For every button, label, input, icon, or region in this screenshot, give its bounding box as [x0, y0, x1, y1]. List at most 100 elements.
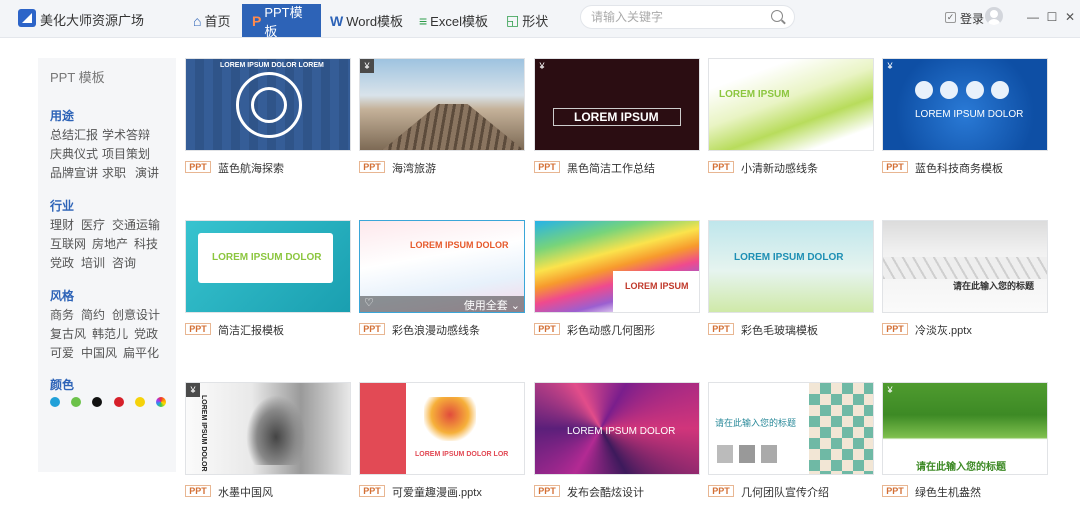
- template-title[interactable]: 海湾旅游: [392, 160, 436, 176]
- tab-home[interactable]: ⌂ 首页: [193, 4, 230, 37]
- template-card[interactable]: 请在此输入您的标题 PPT 几何团队宣传介绍: [708, 382, 874, 504]
- template-title[interactable]: 黑色简洁工作总结: [567, 160, 655, 176]
- template-title[interactable]: 简洁汇报模板: [218, 322, 284, 338]
- filter-link[interactable]: 商务: [50, 306, 74, 323]
- filter-link[interactable]: 庆典仪式: [50, 145, 98, 162]
- template-thumbnail[interactable]: LOREM IPSUM DOLOR ¥: [185, 382, 351, 475]
- filter-link[interactable]: 交通运输: [112, 216, 160, 233]
- checkbox-icon[interactable]: ✓: [945, 12, 956, 23]
- template-thumbnail[interactable]: LOREM IPSUM DOLOR LOREM: [185, 58, 351, 151]
- color-filter-green[interactable]: [71, 397, 81, 407]
- color-filter-red[interactable]: [114, 397, 124, 407]
- template-card[interactable]: LOREM IPSUM DOLOR ¥ PPT 水墨中国风: [185, 382, 351, 504]
- filter-link[interactable]: 科技: [134, 235, 158, 252]
- template-card[interactable]: ¥ PPT 海湾旅游: [359, 58, 525, 180]
- filter-link[interactable]: 党政: [134, 325, 158, 342]
- template-thumbnail[interactable]: LOREM IPSUM: [534, 220, 700, 313]
- filter-link[interactable]: 中国风: [81, 344, 117, 361]
- filter-link[interactable]: 学术答辩: [102, 126, 150, 143]
- template-card[interactable]: LOREM IPSUM DOLOR LOR PPT 可爱童趣漫画.pptx: [359, 382, 525, 504]
- format-badge: PPT: [534, 485, 560, 497]
- tab-word-label: Word模板: [346, 14, 404, 29]
- geometric-pattern: [809, 383, 873, 474]
- search-box: [580, 5, 795, 29]
- template-title[interactable]: 蓝色航海探索: [218, 160, 284, 176]
- template-card[interactable]: LOREM IPSUM DOLOR ¥ PPT 蓝色科技商务模板: [882, 58, 1048, 180]
- template-card[interactable]: 请在此输入您的标题 PPT 冷淡灰.pptx: [882, 220, 1048, 342]
- template-thumbnail[interactable]: LOREM IPSUM DOLOR: [708, 220, 874, 313]
- filter-link[interactable]: 医疗: [81, 216, 105, 233]
- template-title[interactable]: 几何团队宣传介绍: [741, 484, 829, 500]
- template-title[interactable]: 小清新动感线条: [741, 160, 818, 176]
- template-title[interactable]: 蓝色科技商务模板: [915, 160, 1003, 176]
- template-thumbnail[interactable]: LOREM IPSUM DOLOR: [185, 220, 351, 313]
- search-input[interactable]: [591, 9, 761, 25]
- template-card[interactable]: LOREM IPSUM DOLOR PPT 简洁汇报模板: [185, 220, 351, 342]
- filter-link[interactable]: 品牌宣讲: [50, 164, 98, 181]
- color-filter-rainbow[interactable]: [156, 397, 166, 407]
- tab-word-templates[interactable]: W Word模板: [330, 4, 403, 37]
- filter-link[interactable]: 培训: [81, 254, 105, 271]
- filter-link[interactable]: 互联网: [50, 235, 86, 252]
- template-thumbnail[interactable]: ¥: [359, 58, 525, 151]
- filter-link[interactable]: 可爱: [50, 344, 74, 361]
- template-thumbnail[interactable]: ¥ LOREM IPSUM: [534, 58, 700, 151]
- avatar[interactable]: [985, 7, 1003, 25]
- thumbnail-text: LOREM IPSUM DOLOR: [212, 252, 322, 263]
- heart-icon[interactable]: ♡: [364, 296, 374, 309]
- template-title[interactable]: 可爱童趣漫画.pptx: [392, 484, 482, 500]
- template-title[interactable]: 彩色动感几何图形: [567, 322, 655, 338]
- template-title[interactable]: 发布会酷炫设计: [567, 484, 644, 500]
- filter-link[interactable]: 项目策划: [102, 145, 150, 162]
- template-title[interactable]: 彩色毛玻璃模板: [741, 322, 818, 338]
- filter-link[interactable]: 总结汇报: [50, 126, 98, 143]
- template-thumbnail[interactable]: LOREM IPSUM: [708, 58, 874, 151]
- template-title[interactable]: 绿色生机盎然: [915, 484, 981, 500]
- filter-link[interactable]: 求职: [102, 164, 126, 181]
- template-thumbnail[interactable]: LOREM IPSUM DOLOR LOR: [359, 382, 525, 475]
- close-icon[interactable]: ✕: [1063, 10, 1077, 24]
- color-filter-black[interactable]: [92, 397, 102, 407]
- color-filter-yellow[interactable]: [135, 397, 145, 407]
- template-thumbnail[interactable]: LOREM IPSUM DOLOR: [534, 382, 700, 475]
- tab-excel-templates[interactable]: ≡ Excel模板: [419, 4, 488, 37]
- template-card[interactable]: ¥ LOREM IPSUM PPT 黑色简洁工作总结: [534, 58, 700, 180]
- minimize-icon[interactable]: —: [1026, 10, 1040, 24]
- color-filter-blue[interactable]: [50, 397, 60, 407]
- template-thumbnail[interactable]: LOREM IPSUM DOLOR ♡ 使用全套 ⌄: [359, 220, 525, 313]
- filter-link[interactable]: 房地产: [92, 235, 128, 252]
- filter-link[interactable]: 扁平化: [123, 344, 159, 361]
- template-card[interactable]: LOREM IPSUM DOLOR LOREM PPT 蓝色航海探索: [185, 58, 351, 180]
- filter-link[interactable]: 韩范儿: [92, 325, 128, 342]
- template-thumbnail[interactable]: 请在此输入您的标题: [708, 382, 874, 475]
- ship-wheel-hub-icon: [251, 87, 287, 123]
- tab-shapes[interactable]: ◱ 形状: [506, 4, 548, 37]
- template-card[interactable]: LOREM IPSUM PPT 小清新动感线条: [708, 58, 874, 180]
- thumbnail-text: 请在此输入您的标题: [715, 418, 797, 428]
- filter-link[interactable]: 创意设计: [112, 306, 160, 323]
- template-title[interactable]: 冷淡灰.pptx: [915, 322, 972, 338]
- maximize-icon[interactable]: ☐: [1045, 10, 1059, 24]
- tab-ppt-templates[interactable]: P PPT模板: [242, 4, 321, 39]
- template-thumbnail[interactable]: LOREM IPSUM DOLOR ¥: [882, 58, 1048, 151]
- template-card[interactable]: LOREM IPSUM DOLOR PPT 彩色毛玻璃模板: [708, 220, 874, 342]
- template-card[interactable]: LOREM IPSUM PPT 彩色动感几何图形: [534, 220, 700, 342]
- template-thumbnail[interactable]: 请在此输入您的标题: [882, 220, 1048, 313]
- filter-link[interactable]: 咨询: [112, 254, 136, 271]
- template-title[interactable]: 彩色浪漫动感线条: [392, 322, 480, 338]
- filter-link[interactable]: 复古风: [50, 325, 86, 342]
- template-title[interactable]: 水墨中国风: [218, 484, 273, 500]
- template-card[interactable]: LOREM IPSUM DOLOR ♡ 使用全套 ⌄ PPT 彩色浪漫动感线条: [359, 220, 525, 342]
- template-thumbnail[interactable]: 请在此输入您的标题 ¥: [882, 382, 1048, 475]
- filter-link[interactable]: 演讲: [135, 164, 159, 181]
- filter-link[interactable]: 理财: [50, 216, 74, 233]
- filter-link[interactable]: 简约: [81, 306, 105, 323]
- template-card[interactable]: LOREM IPSUM DOLOR PPT 发布会酷炫设计: [534, 382, 700, 504]
- search-icon[interactable]: [771, 10, 783, 22]
- use-all-button[interactable]: 使用全套 ⌄: [464, 297, 520, 312]
- format-badge: PPT: [882, 323, 908, 335]
- filter-link[interactable]: 党政: [50, 254, 74, 271]
- template-card[interactable]: 请在此输入您的标题 ¥ PPT 绿色生机盎然: [882, 382, 1048, 504]
- paid-tag: ¥: [360, 59, 374, 73]
- login-link[interactable]: 登录: [960, 10, 984, 27]
